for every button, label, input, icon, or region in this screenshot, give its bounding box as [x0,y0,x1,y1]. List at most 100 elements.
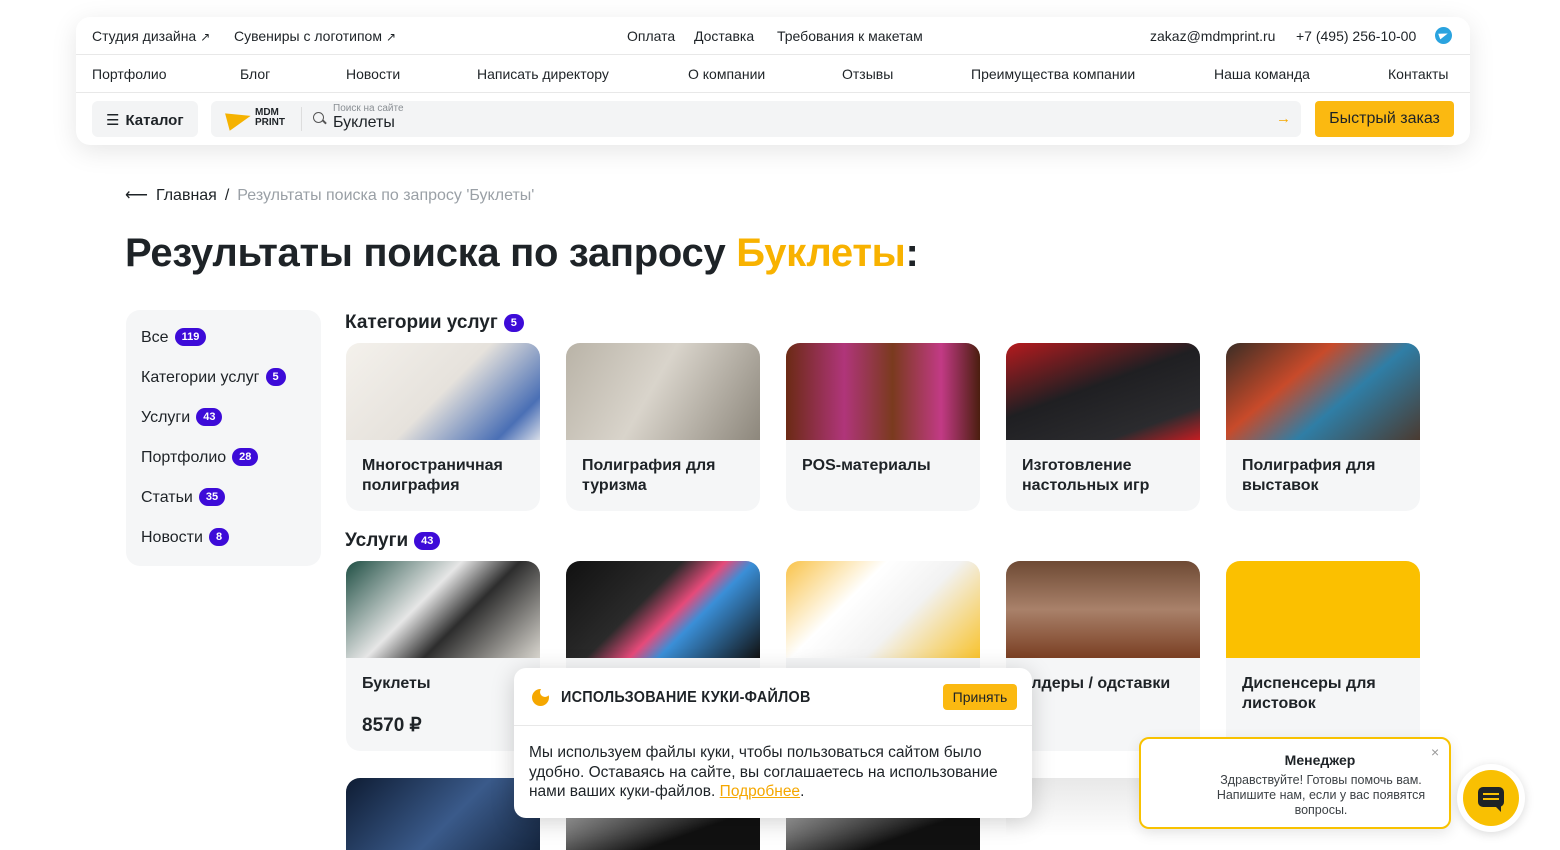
requirements-link[interactable]: Требования к макетам [777,28,923,44]
divider [301,107,302,131]
phone-link[interactable]: +7 (495) 256-10-00 [1296,28,1416,44]
nav-contacts[interactable]: Контакты [1388,66,1448,82]
nav-portfolio[interactable]: Портфолио [92,66,167,82]
breadcrumb-separator: / [224,187,230,204]
category-card[interactable]: Многостраничная полиграфия [346,343,540,511]
nav-team[interactable]: Наша команда [1214,66,1310,82]
count-badge: 28 [232,448,259,466]
filter-sidebar: Все 119 Категории услуг 5 Услуги 43 Портфол… [126,310,321,566]
chat-bubble-icon [1478,787,1504,812]
close-icon[interactable]: × [1431,744,1439,760]
section-title-label: Категории услуг [345,312,498,333]
service-card[interactable]: Буклеты 8570 ₽ [346,561,540,751]
filter-all[interactable]: Все 119 [141,328,207,347]
category-card[interactable]: Полиграфия для туризма [566,343,760,511]
page-title: Результаты поиска по запросу Буклеты: [125,231,919,276]
category-card[interactable]: POS-материалы [786,343,980,511]
card-image [786,343,980,440]
filter-portfolio[interactable]: Портфолио 28 [141,448,259,467]
cookie-title: ИСПОЛЬЗОВАНИЕ КУКИ-ФАЙЛОВ [561,689,811,706]
telegram-icon[interactable] [1435,27,1452,44]
nav-about[interactable]: О компании [688,66,765,82]
delivery-link[interactable]: Доставка [694,28,754,44]
souvenirs-label: Сувениры с логотипом [234,28,382,44]
top-bar: Студия дизайна ↗ Сувениры с логотипом ↗ Оп… [76,17,1470,55]
arrow-left-icon[interactable]: ⟵ [125,185,148,205]
count-badge: 119 [174,328,207,346]
mdm-print-logo[interactable]: MDM PRINT [225,107,287,131]
souvenirs-link[interactable]: Сувениры с логотипом ↗ [234,28,396,44]
filter-articles[interactable]: Статьи 35 [141,488,226,507]
chat-popup: Менеджер Здравствуйте! Готовы помочь вам… [1139,737,1451,829]
nav-blog[interactable]: Блог [240,66,270,82]
catalog-button[interactable]: ☰ Каталог [92,101,198,137]
card-title: Многостраничная полиграфия [362,457,503,494]
service-card[interactable]: олдеры / одставки [1006,561,1200,751]
external-arrow-icon: ↗ [385,30,397,44]
design-studio-label: Студия дизайна [92,28,197,44]
nav-reviews[interactable]: Отзывы [842,66,893,82]
cookie-period: . [800,783,805,800]
card-image [346,561,540,658]
count-badge: 43 [414,532,441,550]
category-card[interactable]: Полиграфия для выставок [1226,343,1420,511]
filter-label: Все [141,329,169,346]
service-card[interactable]: Диспенсеры для листовок [1226,561,1420,751]
card-title: олдеры / одставки [1022,675,1171,692]
service-card[interactable] [346,778,540,850]
nav-write-director[interactable]: Написать директору [477,66,609,82]
quick-order-button[interactable]: Быстрый заказ [1315,101,1454,137]
card-title: Изготовление настольных игр [1022,457,1150,494]
breadcrumb-current: Результаты поиска по запросу 'Буклеты' [237,187,535,204]
card-title: POS-материалы [802,457,931,474]
search-icon [313,112,324,123]
logo-line2: PRINT [255,117,285,128]
cookie-more-link[interactable]: Подробнее [720,783,800,800]
chat-button[interactable] [1457,764,1525,832]
filter-categories[interactable]: Категории услуг 5 [141,368,286,387]
search-bar[interactable]: MDM PRINT Поиск на сайте Буклеты → [211,101,1301,137]
external-arrow-icon: ↗ [200,30,211,44]
count-badge: 35 [198,488,226,506]
filter-services[interactable]: Услуги 43 [141,408,223,427]
count-badge: 5 [265,368,286,386]
section-title-label: Услуги [345,530,409,551]
card-title: Диспенсеры для листовок [1242,675,1376,712]
accept-cookies-button[interactable]: Принять [943,684,1017,710]
design-studio-link[interactable]: Студия дизайна ↗ [92,28,210,44]
filter-label: Услуги [141,409,191,426]
search-placeholder: Поиск на сайте [333,103,404,114]
title-query: Буклеты [736,231,906,275]
nav-advantages[interactable]: Преимущества компании [971,66,1135,82]
menu-icon: ☰ [106,112,120,129]
card-image [1006,561,1200,658]
card-title: Полиграфия для выставок [1242,457,1376,494]
main-nav: Портфолио Блог Новости Написать директор… [76,55,1470,93]
breadcrumb-home[interactable]: Главная [156,187,217,204]
nav-news[interactable]: Новости [346,66,400,82]
site-header: Студия дизайна ↗ Сувениры с логотипом ↗ Оп… [76,17,1470,145]
filter-news[interactable]: Новости 8 [141,528,230,547]
count-badge: 8 [208,528,230,546]
filter-label: Категории услуг [141,369,260,386]
email-link[interactable]: zakaz@mdmprint.ru [1150,28,1275,44]
chat-message: Здравствуйте! Готовы помочь вам. Напишит… [1216,773,1426,817]
arrow-right-icon[interactable]: → [1276,110,1291,127]
search-row: ☰ Каталог MDM PRINT Поиск на сайте Буклеты… [76,93,1470,145]
payment-link[interactable]: Оплата [627,28,675,44]
search-input[interactable]: Буклеты [333,114,395,132]
card-image [1226,561,1420,658]
filter-label: Новости [141,529,203,546]
card-image [566,561,760,658]
filter-label: Статьи [141,489,193,506]
count-badge: 5 [503,314,524,332]
category-card[interactable]: Изготовление настольных игр [1006,343,1200,511]
chat-manager-name: Менеджер [1284,752,1356,768]
cookie-text: Мы используем файлы куки, чтобы пользова… [529,743,1024,802]
services-section-title: Услуги 43 [345,530,441,552]
breadcrumb: ⟵ Главная / Результаты поиска по запросу 'Б… [125,185,534,205]
chat-button-circle [1463,770,1519,826]
card-image [346,343,540,440]
card-price: 8570 ₽ [362,715,422,736]
card-image [1006,343,1200,440]
